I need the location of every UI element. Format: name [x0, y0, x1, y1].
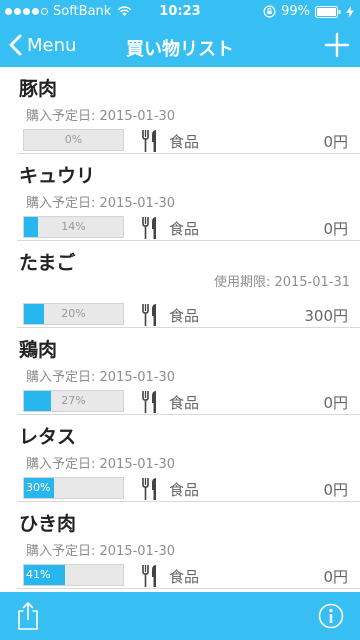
charging-bolt-icon: [346, 5, 354, 18]
add-button[interactable]: [324, 32, 350, 58]
status-right: 99%: [263, 4, 354, 19]
back-button[interactable]: Menu: [8, 34, 76, 56]
item-name: レタス: [19, 426, 77, 448]
fork-knife-icon: [142, 478, 156, 500]
fork-knife-icon: [142, 565, 156, 587]
list-item[interactable]: 豚肉 購入予定日: 2015-01-30 0% 食品 0円: [17, 67, 360, 154]
progress-bar: 27%: [23, 390, 124, 412]
progress-label: 0%: [64, 133, 83, 146]
item-date: 購入予定日: 2015-01-30: [26, 196, 176, 211]
back-button-label: Menu: [27, 34, 77, 56]
item-name: 鶏肉: [19, 339, 58, 361]
item-category: 食品: [169, 568, 200, 586]
rotation-lock-icon: [263, 5, 276, 18]
item-price: 0円: [323, 220, 348, 238]
header: SoftBank 10:23 99% Menu 買い物リスト: [0, 0, 360, 67]
item-date: 購入予定日: 2015-01-30: [26, 457, 176, 472]
status-bar: SoftBank 10:23 99%: [0, 0, 360, 22]
item-price: 0円: [323, 394, 348, 412]
item-category: 食品: [169, 133, 200, 151]
chevron-left-icon: [9, 34, 22, 56]
item-name: 豚肉: [19, 78, 58, 100]
item-category: 食品: [169, 394, 200, 412]
list-item[interactable]: たまご 使用期限: 2015-01-31 20% 食品 300円: [17, 241, 360, 328]
item-date: 使用期限: 2015-01-31: [213, 275, 350, 290]
item-price: 0円: [323, 133, 348, 151]
list-item[interactable]: レタス 購入予定日: 2015-01-30 30% 食品 0円: [17, 415, 360, 502]
list-item[interactable]: キュウリ 購入予定日: 2015-01-30 14% 食品 0円: [17, 154, 360, 241]
progress-label: 20%: [61, 307, 86, 320]
item-name: たまご: [19, 252, 76, 274]
progress-bar: 30%: [23, 477, 124, 499]
list-item[interactable]: 鶏肉 購入予定日: 2015-01-30 27% 食品 0円: [17, 328, 360, 415]
share-icon[interactable]: [16, 601, 40, 631]
progress-bar: 0%: [23, 129, 124, 151]
battery-percent: 99%: [281, 4, 310, 19]
item-date: 購入予定日: 2015-01-30: [26, 370, 176, 385]
item-category: 食品: [169, 481, 200, 499]
battery-icon: [315, 5, 341, 18]
bottom-toolbar: [0, 592, 360, 640]
progress-bar: 14%: [23, 216, 124, 238]
item-category: 食品: [169, 220, 200, 238]
fork-knife-icon: [142, 391, 156, 413]
navigation-bar: Menu 買い物リスト: [0, 24, 360, 68]
item-date: 購入予定日: 2015-01-30: [26, 109, 176, 124]
fork-knife-icon: [142, 304, 156, 326]
item-price: 0円: [323, 481, 348, 499]
progress-label: 14%: [61, 220, 86, 233]
item-price: 0円: [323, 568, 348, 586]
progress-bar: 41%: [23, 564, 124, 586]
progress-bar: 20%: [23, 303, 124, 325]
item-name: キュウリ: [19, 165, 96, 187]
shopping-list: 豚肉 購入予定日: 2015-01-30 0% 食品 0円 キュウリ 購入予定日…: [0, 67, 360, 592]
item-price: 300円: [304, 307, 348, 325]
progress-label: 27%: [61, 394, 86, 407]
item-category: 食品: [169, 307, 200, 325]
progress-label: 41%: [26, 568, 51, 581]
fork-knife-icon: [142, 130, 156, 152]
item-name: ひき肉: [19, 513, 77, 535]
fork-knife-icon: [142, 217, 156, 239]
item-date: 購入予定日: 2015-01-30: [26, 544, 176, 559]
list-item[interactable]: ひき肉 購入予定日: 2015-01-30 41% 食品 0円: [17, 502, 360, 589]
progress-label: 30%: [26, 481, 51, 494]
info-icon[interactable]: [318, 603, 344, 629]
